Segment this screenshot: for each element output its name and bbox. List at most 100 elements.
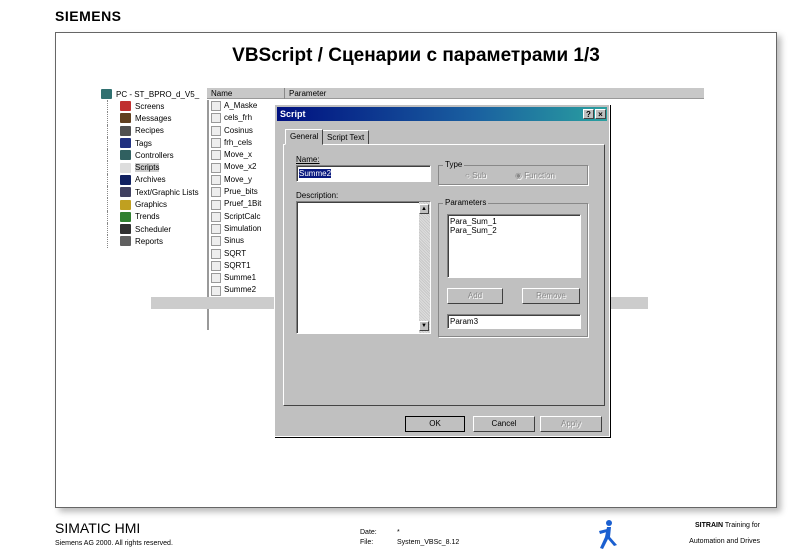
scripts-icon bbox=[120, 162, 131, 173]
list-row[interactable]: Cosinus bbox=[209, 125, 283, 137]
script-file-icon bbox=[211, 285, 221, 296]
tab-script-text[interactable]: Script Text bbox=[322, 130, 370, 144]
add-button[interactable]: Add bbox=[447, 288, 503, 304]
siemens-logo: SIEMENS bbox=[55, 8, 122, 24]
file-label: File: bbox=[360, 539, 374, 546]
script-name: Cosinus bbox=[224, 125, 253, 135]
script-name: Summe1 bbox=[224, 273, 257, 283]
list-row[interactable]: ScriptCalc bbox=[209, 211, 283, 223]
sitrain-figure-logo bbox=[599, 520, 617, 549]
tree-item-label: Scheduler bbox=[135, 224, 172, 234]
script-file-icon bbox=[211, 138, 221, 149]
trends-icon bbox=[120, 211, 131, 222]
training-text: Training for bbox=[724, 522, 760, 529]
apply-button[interactable]: Apply bbox=[540, 416, 602, 432]
radio-sub[interactable]: ○ Sub bbox=[465, 171, 486, 180]
sitrain-line: SITRAIN Training for bbox=[695, 522, 760, 529]
script-file-icon bbox=[211, 248, 221, 259]
pc-icon bbox=[101, 89, 112, 99]
scroll-up-button[interactable]: ▲ bbox=[419, 204, 429, 214]
slide-title: VBScript / Сценарии с параметрами 1/3 bbox=[232, 45, 600, 66]
parameters-group: Parameters Para_Sum_1 Para_Sum_2 Add Rem… bbox=[438, 198, 588, 337]
sitrain-brand: SITRAIN bbox=[695, 522, 724, 529]
script-file-icon bbox=[211, 101, 221, 112]
script-name: Sinus bbox=[224, 236, 245, 246]
screens-icon bbox=[120, 101, 131, 112]
tree-item-label: Screens bbox=[135, 101, 165, 111]
text-graphic-lists-icon bbox=[120, 187, 131, 198]
list-row[interactable]: Simulation bbox=[209, 223, 283, 235]
close-button[interactable]: × bbox=[595, 109, 606, 119]
column-parameter[interactable]: Parameter bbox=[285, 88, 704, 99]
script-file-icon bbox=[211, 273, 221, 284]
list-row[interactable]: cels_frh bbox=[209, 112, 283, 124]
ok-button[interactable]: OK bbox=[405, 416, 465, 432]
radio-sub-label: Sub bbox=[472, 171, 487, 180]
tab-general[interactable]: General bbox=[285, 129, 324, 145]
reports-icon bbox=[120, 236, 131, 247]
list-row[interactable]: frh_cels bbox=[209, 137, 283, 149]
parameter-input[interactable]: Param3 bbox=[447, 314, 581, 329]
script-name: Move_y bbox=[224, 174, 253, 184]
tags-icon bbox=[120, 138, 131, 149]
parameter-item[interactable]: Para_Sum_2 bbox=[450, 226, 578, 235]
list-row[interactable]: Move_y bbox=[209, 174, 283, 186]
tree-item-label: Controllers bbox=[135, 150, 174, 160]
script-name: A_Maske bbox=[224, 101, 258, 110]
parameters-list[interactable]: Para_Sum_1 Para_Sum_2 bbox=[447, 214, 581, 278]
tree-item-label: Archives bbox=[135, 175, 166, 185]
cancel-button[interactable]: Cancel bbox=[473, 416, 535, 432]
list-row[interactable]: Prue_bits bbox=[209, 186, 283, 198]
dialog-titlebar: Script ? × bbox=[277, 107, 607, 121]
tree-item-label: Tags bbox=[135, 138, 152, 148]
script-file-icon bbox=[211, 211, 221, 222]
script-file-icon bbox=[211, 162, 221, 173]
dialog-title: Script bbox=[280, 109, 306, 119]
radio-function[interactable]: ◉ Function bbox=[515, 171, 555, 180]
scrollbar[interactable]: ▲ ▼ bbox=[419, 202, 430, 333]
tree-item-label: Messages bbox=[135, 113, 172, 123]
recipes-icon bbox=[120, 125, 131, 136]
tree-item-label: Reports bbox=[135, 236, 164, 246]
date-value: * bbox=[397, 529, 400, 536]
list-row[interactable]: Move_x2 bbox=[209, 161, 283, 173]
list-row[interactable]: Summe1 bbox=[209, 272, 283, 284]
parameters-label: Parameters bbox=[443, 198, 489, 207]
list-row[interactable]: A_Maske bbox=[209, 100, 283, 112]
name-field[interactable]: Summe2 bbox=[296, 165, 431, 182]
list-row[interactable]: Pruef_1Bit bbox=[209, 198, 283, 210]
column-name[interactable]: Name bbox=[207, 88, 285, 99]
type-group: Type ○ Sub ◉ Function bbox=[438, 160, 588, 185]
list-row[interactable]: Summe2 bbox=[209, 284, 283, 296]
scroll-down-button[interactable]: ▼ bbox=[419, 321, 429, 331]
tree-root-label: PC - ST_BPRO_d_V5_ bbox=[116, 89, 200, 99]
controllers-icon bbox=[120, 150, 131, 161]
script-file-icon bbox=[211, 125, 221, 136]
parameter-item[interactable]: Para_Sum_1 bbox=[450, 217, 578, 226]
list-row[interactable]: Sinus bbox=[209, 235, 283, 247]
list-row[interactable]: SQRT bbox=[209, 248, 283, 260]
messages-icon bbox=[120, 113, 131, 124]
tree-item-label: Text/Graphic Lists bbox=[135, 187, 199, 197]
tree-item-label: Graphics bbox=[135, 200, 168, 210]
name-value: Summe2 bbox=[299, 169, 332, 178]
tree-item-label: Trends bbox=[135, 212, 160, 222]
script-name: SQRT1 bbox=[224, 260, 251, 270]
description-field[interactable]: ▲ ▼ bbox=[296, 201, 431, 334]
name-label: Name: bbox=[296, 155, 320, 164]
script-name: cels_frh bbox=[224, 113, 253, 123]
scheduler-icon bbox=[120, 224, 131, 235]
script-file-icon bbox=[211, 236, 221, 247]
script-file-icon bbox=[211, 199, 221, 210]
copyright: Siemens AG 2000. All rights reserved. bbox=[55, 540, 173, 547]
help-button[interactable]: ? bbox=[583, 109, 594, 119]
script-file-icon bbox=[211, 150, 221, 161]
tree-item-label: Recipes bbox=[135, 126, 164, 136]
list-row[interactable]: SQRT1 bbox=[209, 260, 283, 272]
remove-button[interactable]: Remove bbox=[522, 288, 580, 304]
list-row[interactable]: Move_x bbox=[209, 149, 283, 161]
radio-function-label: Function bbox=[524, 171, 555, 180]
tree-item-label: Scripts bbox=[135, 163, 160, 173]
script-file-icon bbox=[211, 261, 221, 271]
script-file-icon bbox=[211, 113, 221, 124]
